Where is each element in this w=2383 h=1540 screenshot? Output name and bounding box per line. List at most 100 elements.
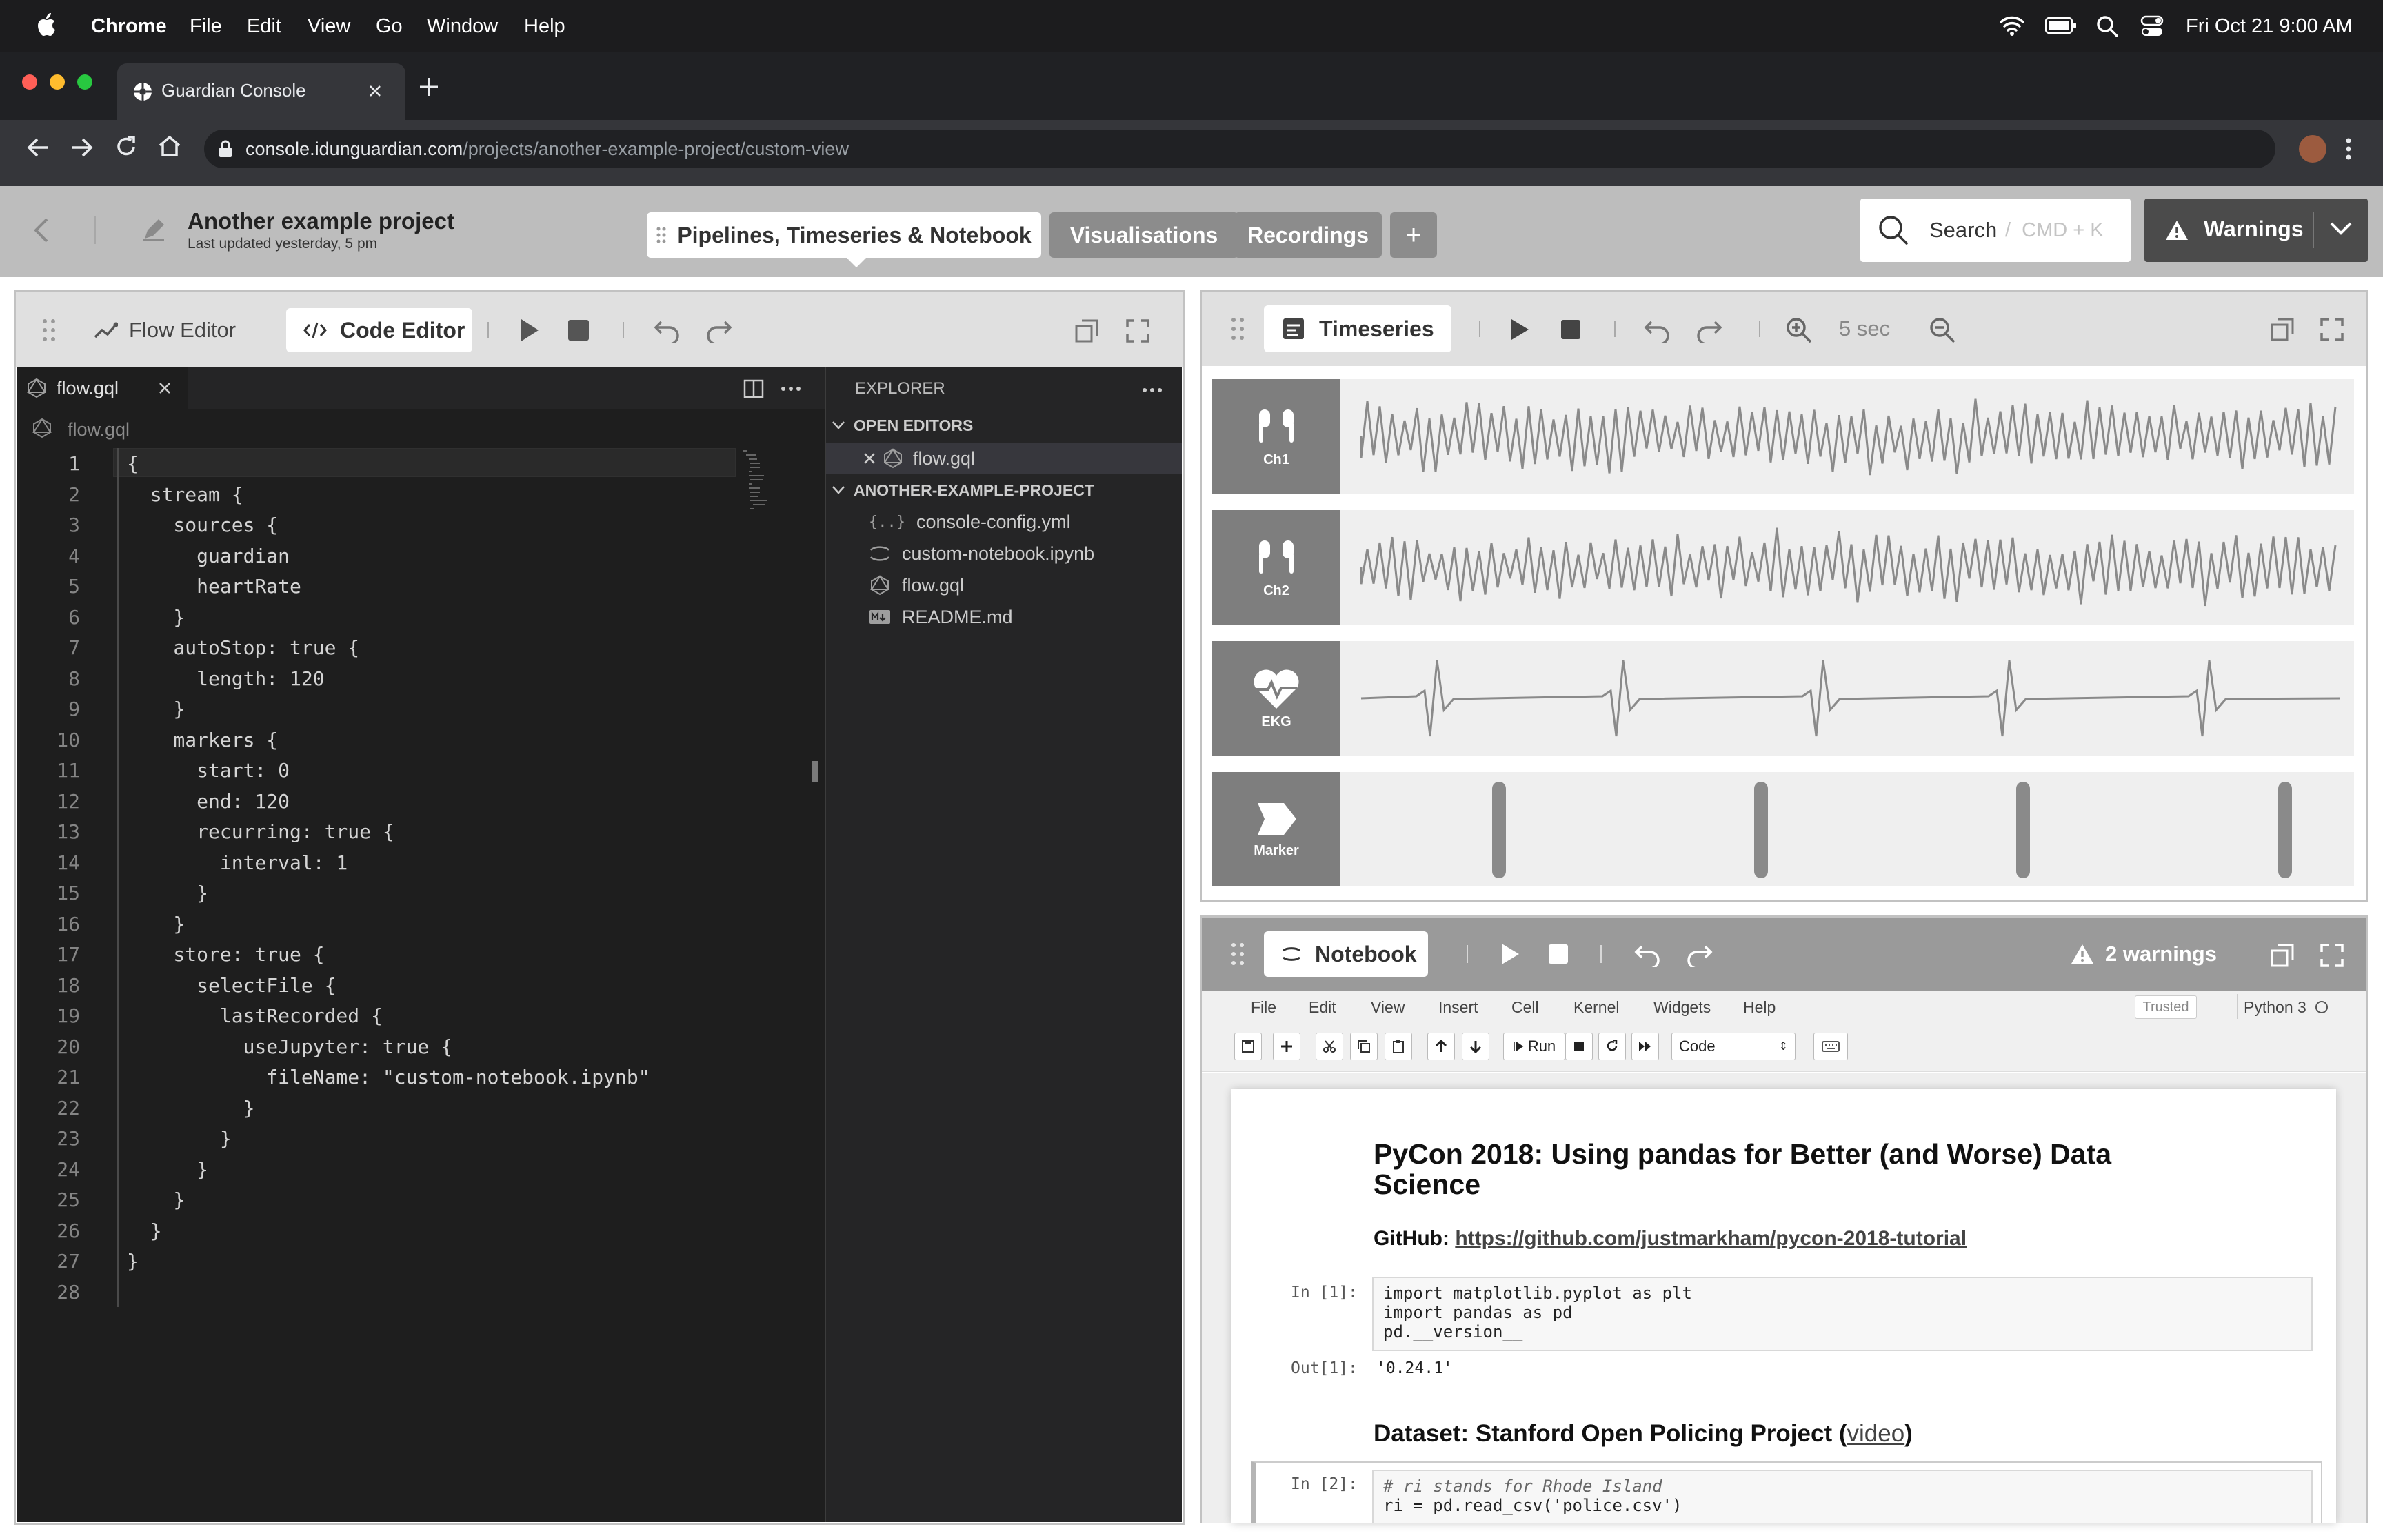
jupyter-menu-widgets[interactable]: Widgets xyxy=(1653,998,1711,1017)
menu-app-name[interactable]: Chrome xyxy=(91,15,167,38)
jupyter-menu-help[interactable]: Help xyxy=(1743,998,1776,1017)
editor-file-tab[interactable]: flow.gql xyxy=(17,367,188,409)
paste-button[interactable] xyxy=(1385,1033,1412,1060)
tab-recordings[interactable]: Recordings xyxy=(1234,212,1382,258)
stop-icon[interactable] xyxy=(1548,944,1569,964)
window-zoom-button[interactable] xyxy=(77,74,92,90)
code-line[interactable]: markers { xyxy=(127,729,278,759)
stop-icon[interactable] xyxy=(567,319,590,341)
file-item[interactable]: custom-notebook.ipynb xyxy=(869,538,1094,569)
code-cell-2[interactable]: # ri stands for Rhode Island ri = pd.rea… xyxy=(1372,1470,2313,1523)
warnings-button[interactable]: Warnings xyxy=(2144,199,2368,262)
run-all-button[interactable] xyxy=(1631,1033,1659,1060)
menu-window[interactable]: Window xyxy=(427,15,498,38)
cut-button[interactable] xyxy=(1316,1033,1343,1060)
redo-icon[interactable] xyxy=(1696,318,1723,343)
code-line[interactable]: heartRate xyxy=(127,575,301,605)
back-chevron-icon[interactable] xyxy=(32,216,51,244)
notebook-warnings[interactable]: 2 warnings xyxy=(2071,938,2217,970)
move-up-button[interactable] xyxy=(1427,1033,1455,1060)
panel-drag-handle-icon[interactable] xyxy=(1231,942,1246,966)
redo-icon[interactable] xyxy=(705,318,733,343)
menu-help[interactable]: Help xyxy=(524,15,565,38)
battery-icon[interactable] xyxy=(2045,17,2077,34)
code-line[interactable]: sources { xyxy=(127,514,278,544)
zoom-in-icon[interactable] xyxy=(1785,316,1813,344)
marker-bar[interactable] xyxy=(2278,782,2292,878)
trusted-badge[interactable]: Trusted xyxy=(2135,995,2197,1019)
code-line[interactable]: end: 120 xyxy=(127,790,290,820)
notebook-tab[interactable]: Notebook xyxy=(1264,931,1428,977)
command-palette-button[interactable] xyxy=(1813,1033,1848,1060)
channel-row-ekg[interactable]: EKG xyxy=(1212,641,2354,756)
code-line[interactable]: autoStop: true { xyxy=(127,636,359,667)
code-line[interactable]: useJupyter: true { xyxy=(127,1035,452,1066)
menu-file[interactable]: File xyxy=(190,15,222,38)
marker-bar[interactable] xyxy=(1492,782,1506,878)
move-down-button[interactable] xyxy=(1462,1033,1489,1060)
play-icon[interactable] xyxy=(1509,318,1530,341)
popout-icon[interactable] xyxy=(1075,319,1098,343)
interrupt-button[interactable] xyxy=(1565,1033,1593,1060)
code-line[interactable]: } xyxy=(127,1097,255,1127)
lock-icon[interactable] xyxy=(218,140,233,158)
code-line[interactable]: recurring: true { xyxy=(127,820,394,851)
undo-icon[interactable] xyxy=(653,318,681,343)
code-line[interactable]: } xyxy=(127,1219,162,1250)
code-line[interactable]: } xyxy=(127,698,185,728)
save-button[interactable] xyxy=(1234,1033,1262,1060)
code-line[interactable]: } xyxy=(127,1127,232,1157)
close-file-icon[interactable] xyxy=(159,382,171,394)
file-item[interactable]: README.md xyxy=(869,601,1013,633)
channel-row-marker[interactable]: Marker xyxy=(1212,772,2354,886)
tab-visualisations[interactable]: Visualisations xyxy=(1049,212,1238,258)
code-line[interactable]: } xyxy=(127,1188,185,1219)
jupyter-menu-kernel[interactable]: Kernel xyxy=(1573,998,1619,1017)
copy-button[interactable] xyxy=(1350,1033,1378,1060)
restart-button[interactable] xyxy=(1598,1033,1626,1060)
minimap[interactable] xyxy=(730,448,812,517)
code-editor[interactable]: flow.gql flow.gql 1 {2 stream {3 sources … xyxy=(17,367,1182,1522)
flow-editor-tab[interactable]: Flow Editor xyxy=(93,311,236,349)
dataset-video-link[interactable]: video xyxy=(1847,1420,1904,1447)
undo-icon[interactable] xyxy=(1643,318,1671,343)
menu-edit[interactable]: Edit xyxy=(247,15,281,38)
popout-icon[interactable] xyxy=(2271,944,2294,967)
reload-icon[interactable] xyxy=(114,135,138,159)
open-editor-item[interactable]: flow.gql xyxy=(863,443,975,474)
home-icon[interactable] xyxy=(157,134,182,159)
fullscreen-icon[interactable] xyxy=(1126,319,1149,343)
apple-logo-icon[interactable] xyxy=(36,12,57,37)
code-line[interactable]: length: 120 xyxy=(127,667,324,698)
channel-row-ch1[interactable]: Ch1 xyxy=(1212,379,2354,494)
project-folder-header[interactable]: ANOTHER-EXAMPLE-PROJECT xyxy=(832,474,1094,506)
window-close-button[interactable] xyxy=(22,74,37,90)
marker-bar[interactable] xyxy=(1754,782,1768,878)
wifi-icon[interactable] xyxy=(2000,15,2024,36)
address-bar[interactable]: console.idunguardian.com/projects/anothe… xyxy=(204,130,2275,168)
editor-breadcrumb[interactable]: flow.gql xyxy=(68,419,130,440)
search-box[interactable]: Search / CMD + K xyxy=(1860,199,2131,262)
panel-drag-handle-icon[interactable] xyxy=(42,318,57,343)
fullscreen-icon[interactable] xyxy=(2320,944,2344,967)
browser-tab-guardian-console[interactable]: Guardian Console xyxy=(117,63,405,120)
insert-cell-button[interactable] xyxy=(1273,1033,1300,1060)
menu-view[interactable]: View xyxy=(308,15,350,38)
explorer-more-icon[interactable] xyxy=(1142,387,1163,393)
stop-icon[interactable] xyxy=(1560,319,1581,340)
chrome-menu-icon[interactable] xyxy=(2344,135,2353,163)
chevron-down-icon[interactable] xyxy=(2329,221,2353,237)
code-line[interactable]: { xyxy=(127,452,139,483)
panel-drag-handle-icon[interactable] xyxy=(1231,316,1246,341)
code-line[interactable]: } xyxy=(127,1250,139,1280)
spotlight-search-icon[interactable] xyxy=(2096,15,2118,37)
code-line[interactable]: start: 0 xyxy=(127,759,290,789)
menu-go[interactable]: Go xyxy=(376,15,403,38)
open-editors-header[interactable]: OPEN EDITORS xyxy=(832,409,973,441)
jupyter-menu-insert[interactable]: Insert xyxy=(1438,998,1478,1017)
jupyter-menu-cell[interactable]: Cell xyxy=(1511,998,1539,1017)
code-cell-1[interactable]: import matplotlib.pyplot as plt import p… xyxy=(1372,1277,2313,1351)
menubar-clock[interactable]: Fri Oct 21 9:00 AM xyxy=(2186,15,2353,38)
split-editor-icon[interactable] xyxy=(743,379,764,398)
fullscreen-icon[interactable] xyxy=(2320,318,2344,341)
